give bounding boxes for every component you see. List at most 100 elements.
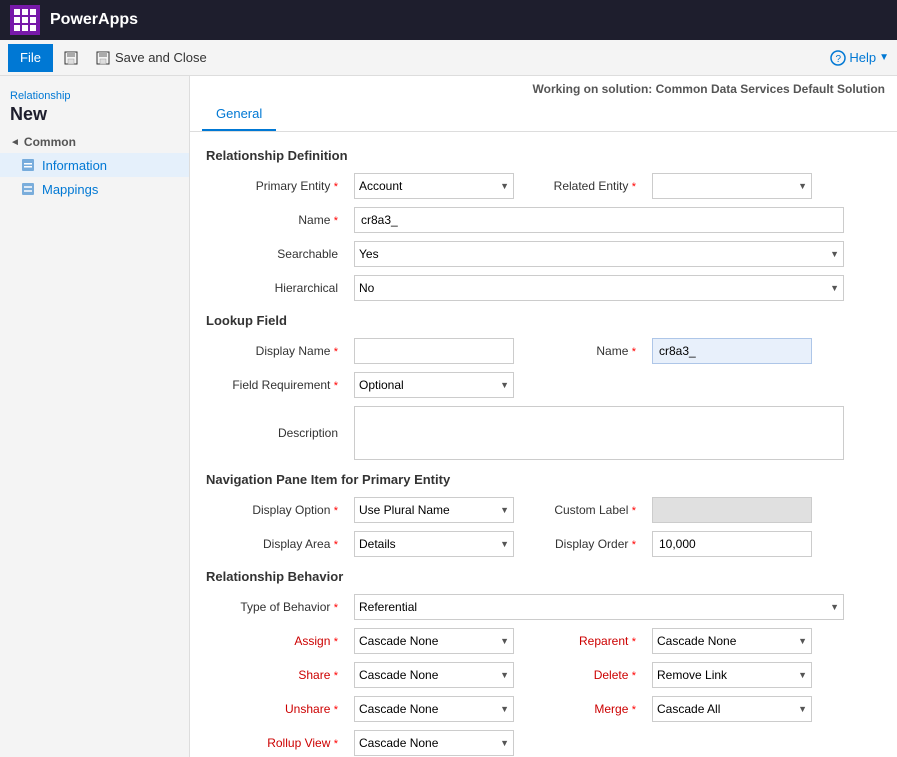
merge-required: * bbox=[632, 704, 636, 716]
sidebar-item-information[interactable]: Information bbox=[0, 153, 189, 177]
display-option-select[interactable]: Use Plural Name Use Custom Label Do Not … bbox=[354, 497, 514, 523]
name-row: Name * bbox=[206, 207, 881, 233]
waffle-icon[interactable] bbox=[10, 5, 40, 35]
working-solution-text: Working on solution: Common Data Service… bbox=[533, 82, 885, 96]
related-entity-col: Related Entity * bbox=[534, 173, 812, 199]
type-behavior-select-wrapper[interactable]: Referential Parental Configurable Cascad… bbox=[354, 594, 844, 620]
name-input[interactable] bbox=[354, 207, 844, 233]
save-icon-button[interactable] bbox=[57, 46, 85, 70]
reparent-col: Reparent * Cascade None Cascade All bbox=[534, 628, 812, 654]
help-chevron-icon: ▼ bbox=[879, 52, 889, 63]
searchable-select-wrapper[interactable]: Yes No bbox=[354, 241, 844, 267]
type-behavior-label: Type of Behavior * bbox=[206, 600, 346, 614]
hierarchical-select-wrapper[interactable]: No Yes bbox=[354, 275, 844, 301]
display-order-label: Display Order * bbox=[534, 537, 644, 551]
primary-entity-select[interactable]: Account bbox=[354, 173, 514, 199]
display-name-input[interactable] bbox=[354, 338, 514, 364]
description-row: Description bbox=[206, 406, 881, 460]
merge-select[interactable]: Cascade All Cascade None bbox=[652, 696, 812, 722]
sidebar-item-information-label: Information bbox=[42, 158, 107, 173]
display-area-select[interactable]: Details Sales Marketing Service bbox=[354, 531, 514, 557]
searchable-select[interactable]: Yes No bbox=[354, 241, 844, 267]
assign-required: * bbox=[334, 636, 338, 648]
rollup-view-select[interactable]: Cascade None Cascade All bbox=[354, 730, 514, 756]
top-bar: PowerApps bbox=[0, 0, 897, 40]
content-area: Working on solution: Common Data Service… bbox=[190, 76, 897, 757]
merge-select-wrapper[interactable]: Cascade All Cascade None bbox=[652, 696, 812, 722]
working-solution-banner: Working on solution: Common Data Service… bbox=[190, 76, 897, 98]
related-entity-select[interactable] bbox=[652, 173, 812, 199]
reparent-select[interactable]: Cascade None Cascade All bbox=[652, 628, 812, 654]
assign-select-wrapper[interactable]: Cascade None Cascade All bbox=[354, 628, 514, 654]
share-select[interactable]: Cascade None Cascade All bbox=[354, 662, 514, 688]
display-name-row: Display Name * Name * bbox=[206, 338, 881, 364]
delete-select-wrapper[interactable]: Remove Link Cascade All Cascade None bbox=[652, 662, 812, 688]
help-button[interactable]: ? Help ▼ bbox=[830, 50, 889, 66]
save-close-icon bbox=[95, 50, 111, 66]
display-name-col: Display Name * bbox=[206, 338, 514, 364]
field-requirement-label: Field Requirement * bbox=[206, 378, 346, 392]
field-requirement-select[interactable]: Optional Required bbox=[354, 372, 514, 398]
delete-select[interactable]: Remove Link Cascade All Cascade None bbox=[652, 662, 812, 688]
primary-related-row: Primary Entity * Account Related Entity … bbox=[206, 173, 881, 199]
help-label: Help bbox=[849, 50, 876, 65]
custom-label-input[interactable] bbox=[652, 497, 812, 523]
waffle-grid bbox=[14, 9, 36, 31]
merge-label: Merge * bbox=[534, 702, 644, 716]
information-icon bbox=[20, 157, 36, 173]
tab-bar: General bbox=[190, 98, 897, 132]
description-textarea[interactable] bbox=[354, 406, 844, 460]
share-delete-row: Share * Cascade None Cascade All Delete … bbox=[206, 662, 881, 688]
field-requirement-required: * bbox=[334, 380, 338, 392]
primary-entity-label: Primary Entity * bbox=[206, 179, 346, 193]
assign-reparent-row: Assign * Cascade None Cascade All Repare… bbox=[206, 628, 881, 654]
svg-text:?: ? bbox=[836, 54, 842, 65]
rollup-view-select-wrapper[interactable]: Cascade None Cascade All bbox=[354, 730, 514, 756]
unshare-select[interactable]: Cascade None Cascade All bbox=[354, 696, 514, 722]
reparent-select-wrapper[interactable]: Cascade None Cascade All bbox=[652, 628, 812, 654]
sidebar-new-label: New bbox=[10, 104, 179, 125]
display-option-select-wrapper[interactable]: Use Plural Name Use Custom Label Do Not … bbox=[354, 497, 514, 523]
display-name-label: Display Name * bbox=[206, 344, 346, 358]
help-circle-icon: ? bbox=[830, 50, 846, 66]
primary-entity-col: Primary Entity * Account bbox=[206, 173, 514, 199]
save-close-button[interactable]: Save and Close bbox=[89, 46, 213, 70]
mappings-icon bbox=[20, 181, 36, 197]
related-entity-label: Related Entity * bbox=[534, 179, 644, 193]
tab-general[interactable]: General bbox=[202, 98, 276, 131]
sidebar-header: Relationship New bbox=[0, 84, 189, 127]
display-option-required: * bbox=[334, 505, 338, 517]
assign-col: Assign * Cascade None Cascade All bbox=[206, 628, 514, 654]
file-button[interactable]: File bbox=[8, 44, 53, 72]
form-content: Relationship Definition Primary Entity *… bbox=[190, 132, 897, 757]
lookup-name-col: Name * bbox=[534, 338, 812, 364]
share-label: Share * bbox=[206, 668, 346, 682]
app-title-text: PowerApps bbox=[50, 11, 138, 28]
type-behavior-select[interactable]: Referential Parental Configurable Cascad… bbox=[354, 594, 844, 620]
unshare-label: Unshare * bbox=[206, 702, 346, 716]
related-entity-select-wrapper[interactable] bbox=[652, 173, 812, 199]
assign-label: Assign * bbox=[206, 634, 346, 648]
share-select-wrapper[interactable]: Cascade None Cascade All bbox=[354, 662, 514, 688]
save-disk-icon bbox=[63, 50, 79, 66]
command-left: File Save and Close bbox=[8, 44, 213, 72]
reparent-label: Reparent * bbox=[534, 634, 644, 648]
display-area-select-wrapper[interactable]: Details Sales Marketing Service bbox=[354, 531, 514, 557]
sidebar-item-mappings[interactable]: Mappings bbox=[0, 177, 189, 201]
delete-required: * bbox=[632, 670, 636, 682]
lookup-name-input[interactable] bbox=[652, 338, 812, 364]
reparent-required: * bbox=[632, 636, 636, 648]
type-behavior-row: Type of Behavior * Referential Parental … bbox=[206, 594, 881, 620]
type-behavior-required: * bbox=[334, 602, 338, 614]
display-order-input[interactable] bbox=[652, 531, 812, 557]
hierarchical-select[interactable]: No Yes bbox=[354, 275, 844, 301]
field-requirement-row: Field Requirement * Optional Required bbox=[206, 372, 881, 398]
unshare-select-wrapper[interactable]: Cascade None Cascade All bbox=[354, 696, 514, 722]
field-requirement-select-wrapper[interactable]: Optional Required bbox=[354, 372, 514, 398]
display-name-required: * bbox=[334, 346, 338, 358]
share-required: * bbox=[334, 670, 338, 682]
primary-entity-select-wrapper[interactable]: Account bbox=[354, 173, 514, 199]
assign-select[interactable]: Cascade None Cascade All bbox=[354, 628, 514, 654]
display-area-label: Display Area * bbox=[206, 537, 346, 551]
sidebar-relationship-label: Relationship bbox=[10, 90, 179, 102]
